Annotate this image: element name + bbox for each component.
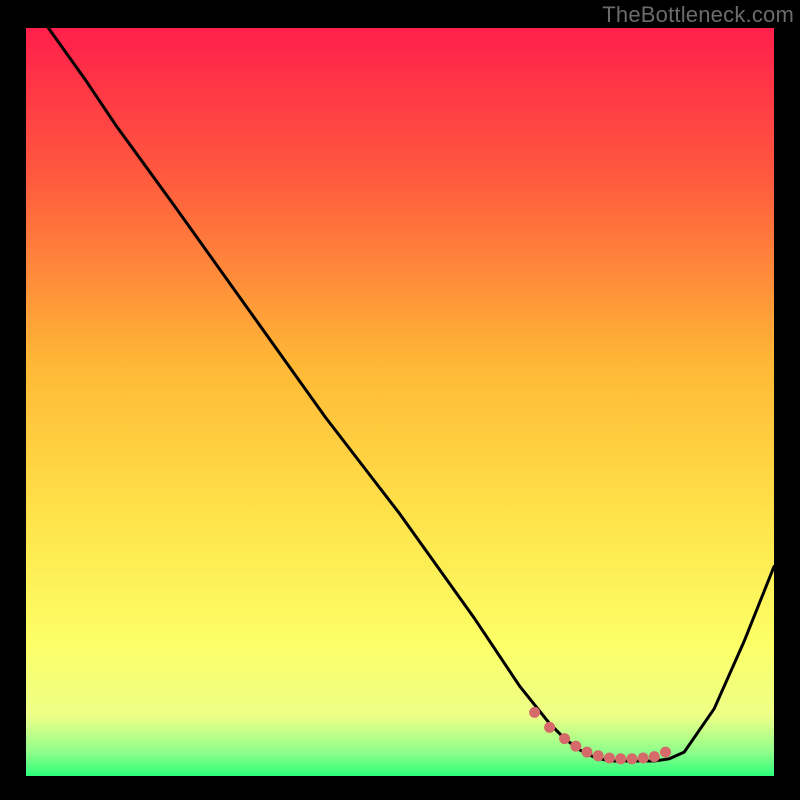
- trough-marker: [660, 747, 671, 758]
- trough-marker: [570, 741, 581, 752]
- trough-marker: [638, 753, 649, 764]
- trough-marker: [604, 753, 615, 764]
- trough-marker: [593, 750, 604, 761]
- chart-svg: [26, 28, 774, 776]
- watermark-text: TheBottleneck.com: [602, 2, 794, 28]
- trough-marker: [649, 751, 660, 762]
- trough-marker: [529, 707, 540, 718]
- chart-frame: [26, 28, 774, 776]
- trough-marker: [582, 747, 593, 758]
- trough-marker: [544, 722, 555, 733]
- trough-marker: [615, 753, 626, 764]
- chart-background: [26, 28, 774, 776]
- trough-marker: [626, 753, 637, 764]
- trough-marker: [559, 733, 570, 744]
